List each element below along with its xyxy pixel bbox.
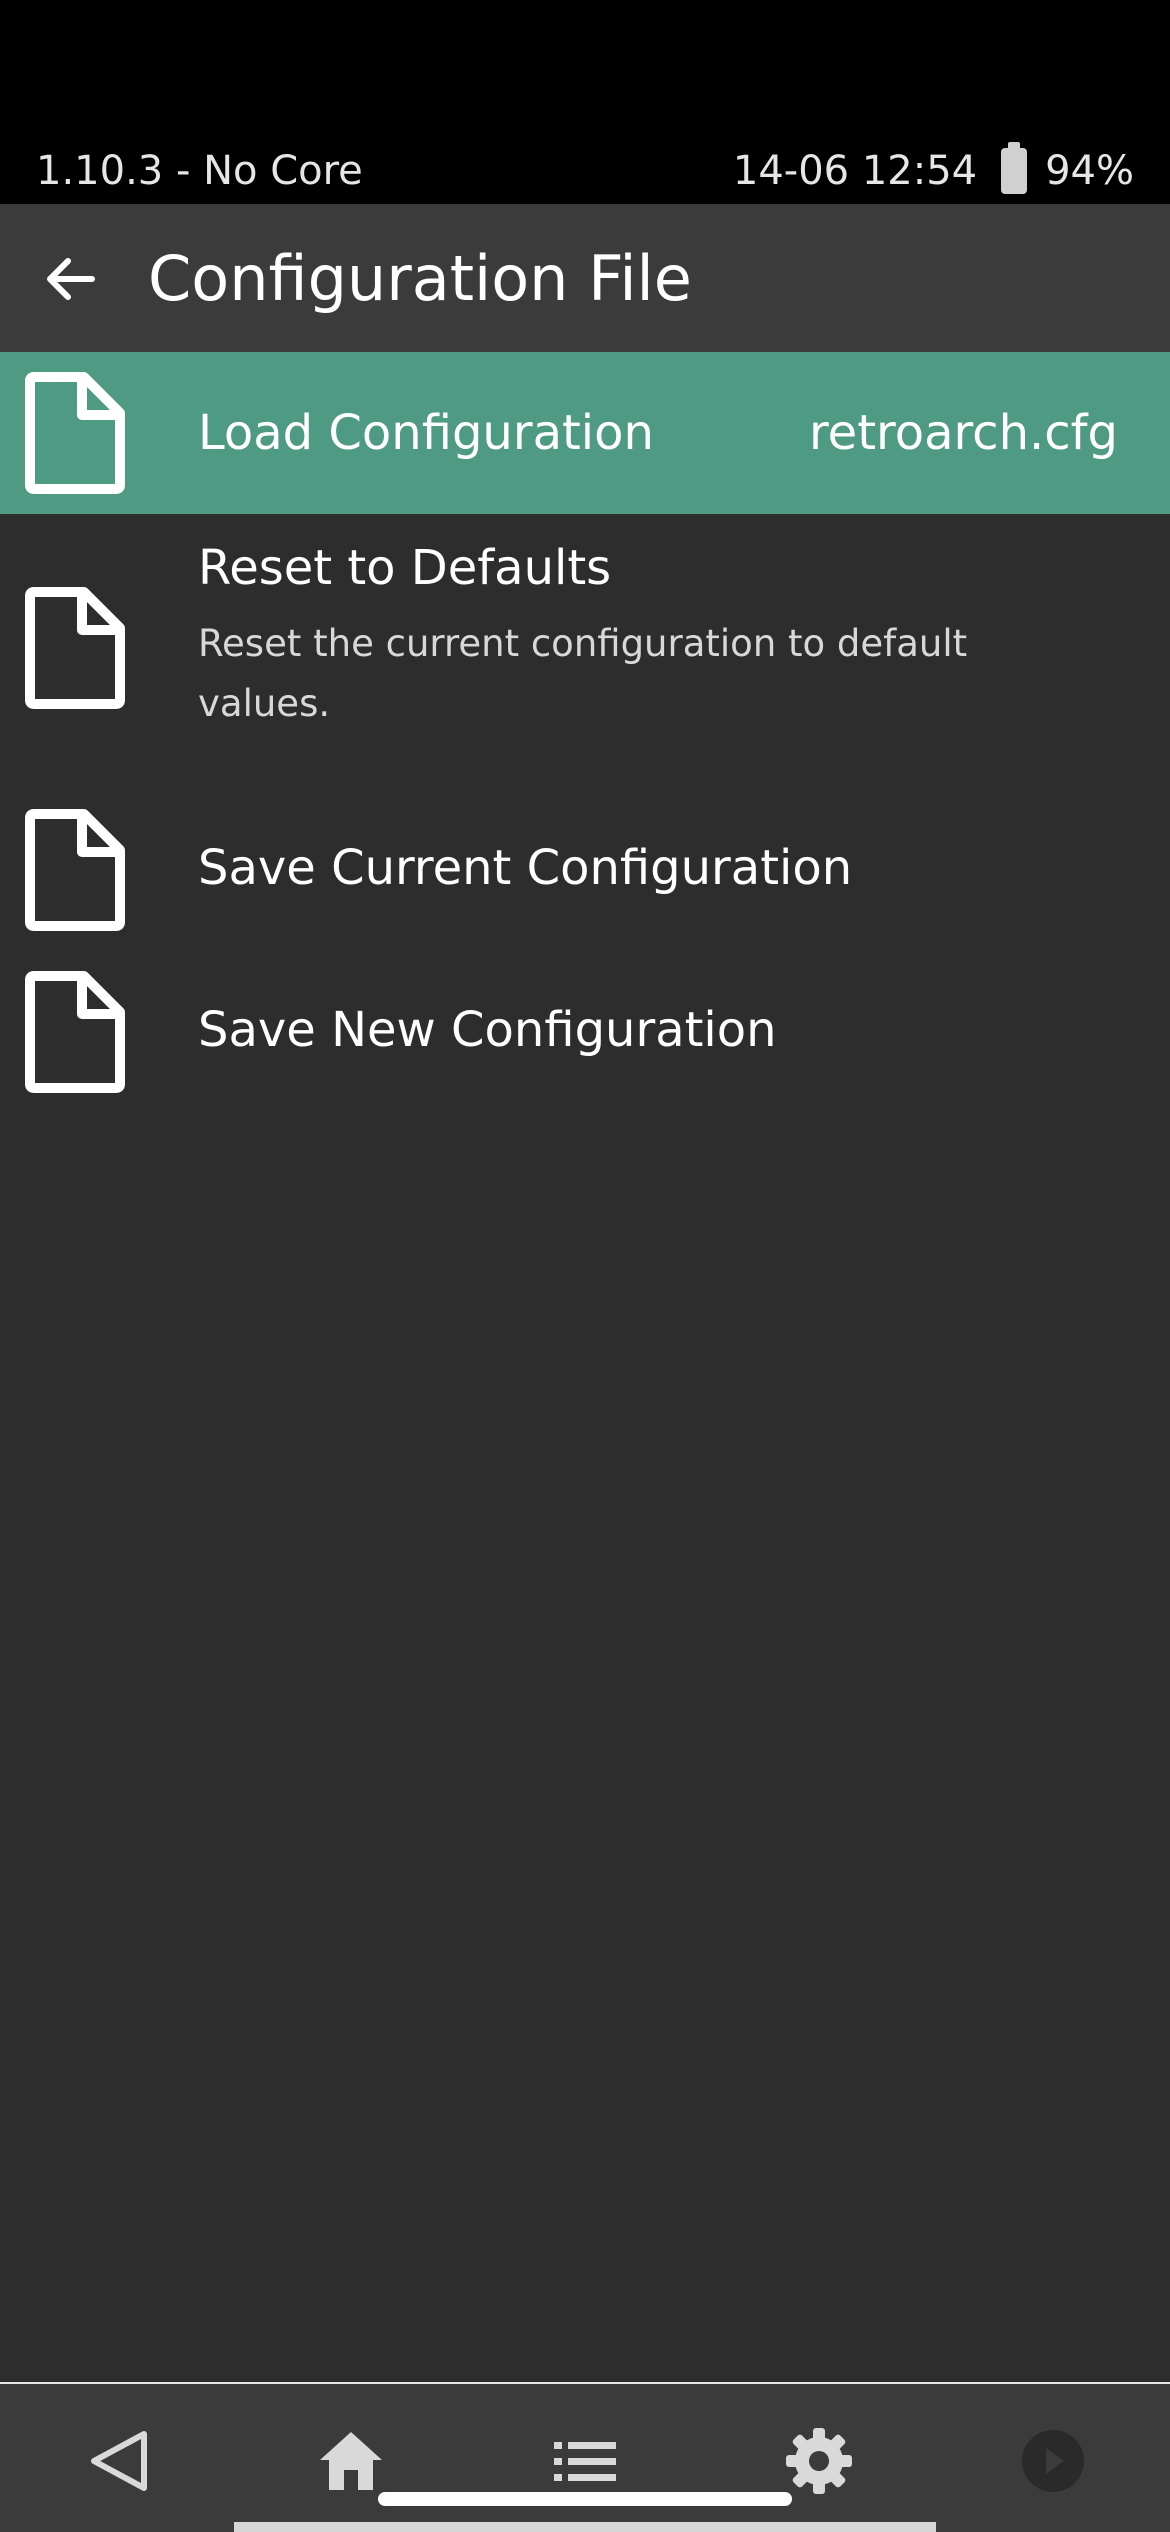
menu-item-reset-to-defaults[interactable]: Reset to Defaults Reset the current conf… [0, 538, 1170, 758]
back-button[interactable] [36, 244, 106, 314]
menu-item-value: retroarch.cfg [809, 405, 1118, 461]
nav-run-button[interactable] [1016, 2424, 1090, 2498]
datetime-text: 14-06 12:54 [732, 148, 978, 194]
file-icon [25, 971, 125, 1093]
bottom-navigation-bar [0, 2382, 1170, 2532]
list-icon [554, 2442, 616, 2481]
menu-item-label: Reset to Defaults [198, 540, 612, 596]
nav-back-button[interactable] [82, 2424, 156, 2498]
app-version-status: 1.10.3 - No Core [36, 148, 363, 194]
menu-item-save-new-configuration[interactable]: Save New Configuration [0, 970, 1170, 1104]
home-indicator[interactable] [378, 2492, 792, 2506]
play-circle-icon [1022, 2430, 1084, 2492]
battery-icon [1001, 142, 1028, 194]
title-bar: Configuration File [0, 204, 1170, 352]
arrow-left-icon [47, 258, 95, 300]
battery-percent: 94% [1045, 148, 1134, 194]
file-icon [25, 372, 125, 494]
file-icon [25, 809, 125, 931]
home-icon [320, 2432, 382, 2490]
menu-item-save-current-configuration[interactable]: Save Current Configuration [0, 808, 1170, 942]
page-title: Configuration File [148, 242, 692, 315]
bottom-edge-strip [234, 2522, 936, 2532]
menu-item-label: Load Configuration [198, 405, 654, 461]
menu-item-label: Save Current Configuration [198, 840, 853, 896]
file-icon [25, 587, 125, 709]
menu-item-label: Save New Configuration [198, 1002, 777, 1058]
menu-item-description: Reset the current configuration to defau… [198, 622, 968, 725]
status-bar: 1.10.3 - No Core 14-06 12:54 94% [0, 0, 1170, 204]
menu-item-load-configuration[interactable]: Load Configuration retroarch.cfg [0, 352, 1170, 514]
nav-settings-button[interactable] [782, 2424, 856, 2498]
nav-home-button[interactable] [314, 2424, 388, 2498]
gear-icon [786, 2428, 852, 2494]
nav-list-button[interactable] [548, 2424, 622, 2498]
back-triangle-icon [91, 2431, 147, 2491]
status-right-group: 14-06 12:54 94% [732, 142, 1134, 196]
